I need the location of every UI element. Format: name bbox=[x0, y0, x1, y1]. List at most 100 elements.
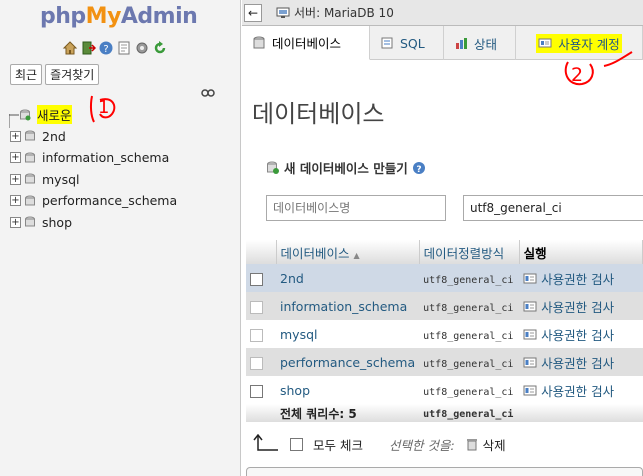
row-collation-cell: utf8_general_ci bbox=[419, 292, 520, 320]
database-link[interactable]: performance_schema bbox=[280, 355, 415, 370]
row-database-cell: mysql bbox=[276, 320, 420, 348]
row-action-cell: 사용권한 검사 bbox=[519, 348, 643, 376]
tab-user-accounts-label: 사용자 계정 bbox=[558, 36, 620, 52]
header-action-label: 실행 bbox=[523, 245, 547, 261]
row-checkbox-cell bbox=[246, 348, 276, 376]
check-all-checkbox[interactable] bbox=[290, 437, 303, 451]
tab-user-accounts[interactable]: 사용자 계정 bbox=[516, 26, 643, 60]
tree-item-db[interactable]: +2nd bbox=[10, 126, 177, 148]
database-icon bbox=[25, 130, 35, 141]
favorites-button[interactable]: 즐겨찾기 bbox=[45, 64, 100, 85]
table-body: 2nd utf8_general_ci 사용권한 검사 information_sch… bbox=[246, 264, 643, 422]
expand-plus-icon[interactable]: + bbox=[10, 173, 21, 185]
database-icon bbox=[25, 216, 35, 227]
phpmyadmin-logo[interactable]: phpMyAdmin bbox=[40, 4, 198, 29]
check-privileges-link[interactable]: 사용권한 검사 bbox=[523, 297, 638, 316]
check-privileges-label: 사용권한 검사 bbox=[541, 327, 615, 343]
check-all-label[interactable]: 모두 체크 bbox=[313, 435, 363, 454]
tree-db-label[interactable]: 2nd bbox=[42, 129, 66, 144]
user-card-icon bbox=[523, 357, 537, 367]
collation-select[interactable]: utf8_general_ci bbox=[463, 195, 643, 221]
tree-db-label[interactable]: shop bbox=[42, 215, 72, 230]
server-breadcrumb[interactable]: 서버: MariaDB 10 bbox=[276, 4, 394, 21]
table-row: shop utf8_general_ci 사용권한 검사 bbox=[246, 376, 643, 404]
link-with-main-icon[interactable] bbox=[201, 88, 215, 98]
reload-icon[interactable] bbox=[152, 40, 168, 56]
tree-item-db[interactable]: + performance_schema bbox=[10, 190, 177, 212]
header-checkbox-col bbox=[246, 240, 277, 264]
check-privileges-label: 사용권한 검사 bbox=[541, 271, 615, 287]
tree-label-new[interactable]: 새로운 bbox=[37, 105, 72, 125]
tree-db-label[interactable]: mysql bbox=[42, 172, 80, 187]
svg-text:?: ? bbox=[103, 44, 108, 55]
home-icon[interactable] bbox=[62, 40, 78, 56]
settings-icon[interactable] bbox=[134, 40, 150, 56]
row-checkbox bbox=[250, 328, 263, 342]
tab-status[interactable]: 상태 bbox=[444, 26, 516, 60]
expand-plus-icon[interactable]: + bbox=[10, 195, 21, 207]
total-empty-cell bbox=[519, 404, 643, 422]
create-database-label: 새 데이터베이스 만들기 ? bbox=[266, 158, 426, 177]
navigation-panel: phpMyAdmin ? 최근 즐겨찾기 새로운 + 2nd + informa… bbox=[0, 0, 241, 476]
row-database-cell: 2nd bbox=[276, 264, 420, 292]
main-panel: ← 서버: MariaDB 10 데이터베이스 SQL 상태 사용자 계정 데이… bbox=[242, 0, 643, 476]
row-database-cell: shop bbox=[276, 376, 420, 404]
row-action-cell: 사용권한 검사 bbox=[519, 264, 643, 292]
tab-databases[interactable]: 데이터베이스 bbox=[242, 26, 370, 60]
check-privileges-link[interactable]: 사용권한 검사 bbox=[523, 325, 638, 344]
check-privileges-link[interactable]: 사용권한 검사 bbox=[523, 381, 638, 400]
check-privileges-link[interactable]: 사용권한 검사 bbox=[523, 353, 638, 372]
sort-asc-icon: ▲ bbox=[353, 250, 360, 260]
database-table: 데이터베이스 ▲ 데이터정렬방식 실행 2nd utf8_general_ci 사용… bbox=[246, 240, 643, 422]
database-link[interactable]: mysql bbox=[280, 327, 318, 342]
row-action-cell: 사용권한 검사 bbox=[519, 376, 643, 404]
expand-plus-icon[interactable]: + bbox=[10, 130, 21, 142]
expand-plus-icon[interactable]: + bbox=[10, 152, 21, 164]
check-privileges-label: 사용권한 검사 bbox=[541, 299, 615, 315]
database-icon bbox=[25, 152, 35, 163]
create-database-text: 새 데이터베이스 만들기 bbox=[284, 161, 408, 176]
top-bar: ← 서버: MariaDB 10 bbox=[242, 0, 643, 26]
tab-sql[interactable]: SQL bbox=[370, 26, 444, 60]
tree-db-label[interactable]: information_schema bbox=[42, 150, 169, 165]
tree-db-label[interactable]: performance_schema bbox=[42, 193, 177, 208]
user-card-icon bbox=[523, 301, 537, 311]
table-row: 2nd utf8_general_ci 사용권한 검사 bbox=[246, 264, 643, 292]
tree-item-db[interactable]: + shop bbox=[10, 212, 177, 234]
database-name-input[interactable] bbox=[266, 195, 446, 221]
recent-button[interactable]: 최근 bbox=[10, 64, 43, 85]
tree-item-new[interactable]: 새로운 bbox=[9, 104, 177, 128]
status-chart-icon bbox=[456, 38, 467, 49]
row-database-cell: information_schema bbox=[276, 292, 420, 320]
header-database[interactable]: 데이터베이스 ▲ bbox=[276, 240, 420, 264]
row-collation-cell: utf8_general_ci bbox=[419, 264, 520, 292]
logout-icon[interactable] bbox=[80, 40, 96, 56]
header-collation[interactable]: 데이터정렬방식 bbox=[419, 240, 520, 264]
table-row: information_schema utf8_general_ci 사용권한 검사 bbox=[246, 292, 643, 320]
user-card-icon bbox=[523, 385, 537, 395]
database-icon bbox=[25, 195, 35, 206]
help-icon[interactable]: ? bbox=[98, 40, 114, 56]
bulk-actions: 모두 체크 선택한 것을: 삭제 bbox=[252, 434, 506, 454]
docs-icon[interactable] bbox=[116, 40, 132, 56]
back-button[interactable]: ← bbox=[244, 3, 262, 22]
tab-databases-label: 데이터베이스 bbox=[272, 36, 342, 51]
tree-item-db[interactable]: + mysql bbox=[10, 169, 177, 191]
database-link[interactable]: 2nd bbox=[280, 271, 304, 286]
database-link[interactable]: shop bbox=[280, 383, 310, 398]
check-privileges-label: 사용권한 검사 bbox=[541, 383, 615, 399]
header-action: 실행 bbox=[519, 240, 643, 264]
check-privileges-link[interactable]: 사용권한 검사 bbox=[523, 269, 638, 288]
delete-button[interactable]: 삭제 bbox=[465, 435, 506, 454]
row-checkbox-cell bbox=[246, 264, 276, 292]
help-icon[interactable]: ? bbox=[412, 161, 426, 175]
tree-item-db[interactable]: + information_schema bbox=[10, 147, 177, 169]
row-checkbox[interactable] bbox=[250, 384, 263, 398]
expand-plus-icon[interactable]: + bbox=[10, 216, 21, 228]
user-card-icon bbox=[538, 38, 552, 48]
database-link[interactable]: information_schema bbox=[280, 299, 407, 314]
table-row: mysql utf8_general_ci 사용권한 검사 bbox=[246, 320, 643, 348]
row-checkbox[interactable] bbox=[250, 272, 263, 286]
row-action-cell: 사용권한 검사 bbox=[519, 320, 643, 348]
row-checkbox-cell bbox=[246, 320, 276, 348]
